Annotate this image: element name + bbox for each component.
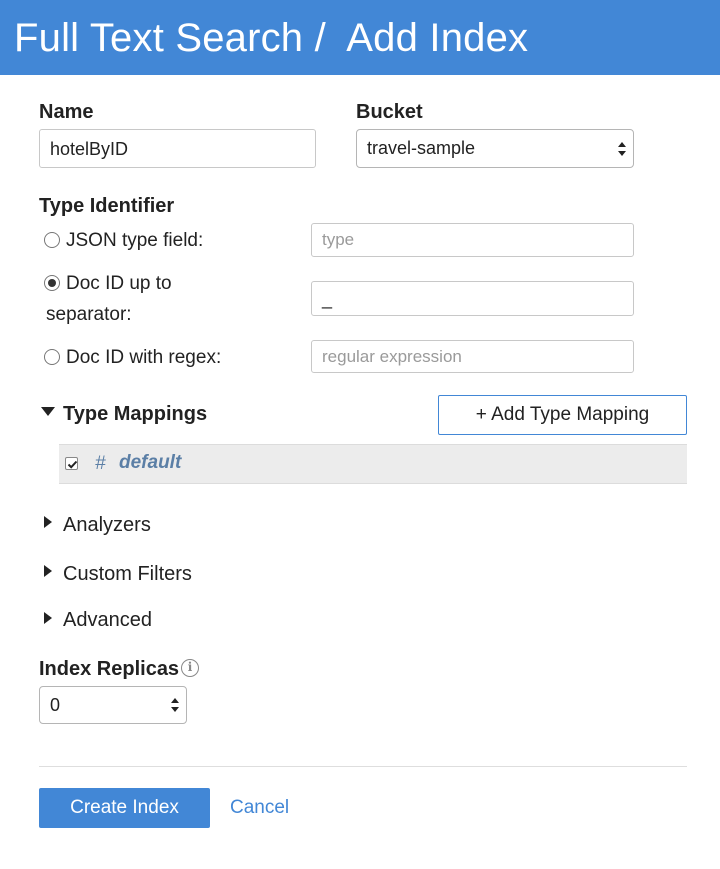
doc-id-regex-label: Doc ID with regex:: [66, 347, 222, 368]
doc-id-separator-label-line1: Doc ID up to: [66, 273, 172, 294]
mapping-hash-icon: #: [95, 453, 106, 474]
type-field-input[interactable]: type: [311, 223, 634, 257]
custom-filters-toggle[interactable]: Custom Filters: [63, 562, 192, 586]
select-arrows-icon: [618, 141, 626, 156]
type-mappings-toggle[interactable]: Type Mappings: [63, 402, 207, 426]
name-label: Name: [39, 101, 94, 123]
caret-right-icon[interactable]: [44, 612, 52, 624]
regex-placeholder: regular expression: [322, 346, 462, 366]
separator-input-value: _: [322, 288, 333, 309]
caret-down-icon[interactable]: [41, 407, 55, 416]
advanced-toggle[interactable]: Advanced: [63, 608, 152, 632]
add-type-mapping-button[interactable]: + Add Type Mapping: [438, 395, 687, 435]
cancel-link[interactable]: Cancel: [230, 796, 289, 820]
type-mapping-row: # default: [59, 444, 687, 484]
caret-right-icon[interactable]: [44, 516, 52, 528]
type-field-placeholder: type: [322, 230, 355, 249]
create-index-button[interactable]: Create Index: [39, 788, 210, 828]
divider: [39, 766, 687, 767]
checkmark-icon: [67, 460, 78, 469]
bucket-select-value: travel-sample: [367, 138, 476, 158]
name-input[interactable]: hotelByID: [39, 129, 316, 168]
select-arrows-icon: [171, 698, 179, 712]
index-replicas-label: Index Replicas: [39, 658, 180, 680]
json-type-field-label: JSON type field:: [66, 230, 204, 251]
json-type-field-radio[interactable]: [44, 232, 60, 248]
regex-input[interactable]: regular expression: [311, 340, 634, 373]
bucket-select[interactable]: travel-sample: [356, 129, 634, 168]
index-replicas-select[interactable]: 0: [39, 686, 187, 724]
caret-right-icon[interactable]: [44, 565, 52, 577]
create-index-label: Create Index: [70, 797, 179, 818]
page-header: Full Text Search / Add Index: [0, 0, 720, 75]
bucket-label: Bucket: [356, 101, 423, 123]
doc-id-separator-radio[interactable]: [44, 275, 60, 291]
info-icon[interactable]: i: [181, 659, 199, 677]
separator-input[interactable]: _: [311, 281, 634, 316]
name-input-value: hotelByID: [50, 138, 129, 159]
doc-id-separator-label-line2: separator:: [46, 304, 132, 325]
analyzers-toggle[interactable]: Analyzers: [63, 513, 151, 537]
type-identifier-label: Type Identifier: [39, 195, 175, 217]
doc-id-regex-radio[interactable]: [44, 349, 60, 365]
index-replicas-value: 0: [50, 694, 61, 715]
mapping-name-default[interactable]: default: [119, 451, 181, 475]
add-type-mapping-label: + Add Type Mapping: [475, 404, 650, 425]
page-title: Full Text Search / Add Index: [14, 16, 529, 60]
mapping-enabled-checkbox[interactable]: [65, 457, 78, 470]
